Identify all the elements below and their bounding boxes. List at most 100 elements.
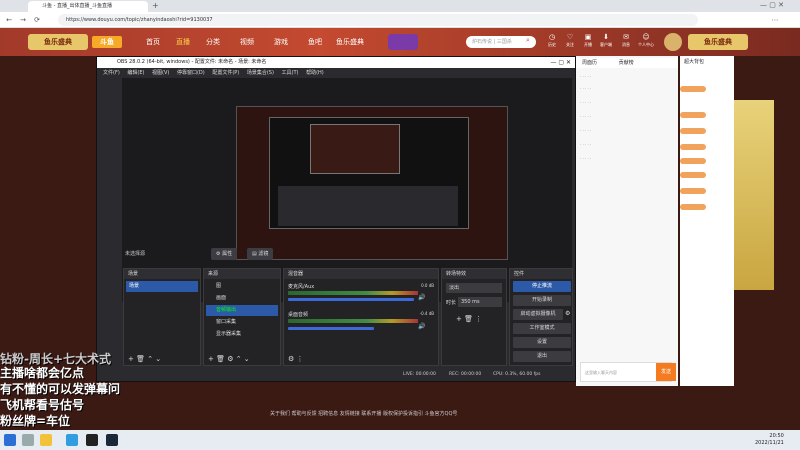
chat-line: · · · · · (580, 100, 592, 105)
nav-games[interactable]: 游戏 (274, 37, 288, 47)
promo-banner[interactable] (388, 34, 418, 50)
menu-view[interactable]: 视图(V) (152, 70, 169, 76)
mixer-dock-title: 混音器 (284, 269, 438, 279)
menu-tools[interactable]: 工具(T) (282, 70, 299, 76)
browser-tab-bar: 斗鱼 - 直播_出体直播_斗鱼直播 + — ▢ ✕ (0, 0, 800, 12)
browser-tab[interactable]: 斗鱼 - 直播_出体直播_斗鱼直播 (28, 1, 148, 12)
obs-window-controls[interactable]: — ▢ ✕ (550, 57, 571, 68)
scene-item[interactable]: 场景 (126, 281, 198, 292)
side-ad-banner[interactable] (734, 100, 774, 290)
source-item-selected[interactable]: 音频输出 (206, 305, 278, 316)
transition-select[interactable]: 淡出 (446, 283, 502, 293)
new-tab-icon[interactable]: + (152, 1, 159, 10)
overlay-line: 飞机帮看号估号 (0, 398, 85, 412)
start-recording-button[interactable]: 开始录制 (513, 295, 571, 306)
edge-icon[interactable] (66, 434, 78, 446)
system-clock[interactable]: 20:50 2022/11/21 (755, 433, 784, 447)
refresh-icon[interactable]: ⟳ (32, 15, 42, 25)
footer-links[interactable]: 关于我们 帮助与反馈 招聘信息 友情链接 联系开播 版权保护投诉指引 斗鱼官方Q… (270, 410, 457, 417)
source-item[interactable]: 图 (206, 281, 278, 292)
start-icon[interactable] (4, 434, 16, 446)
steam-icon[interactable] (106, 434, 118, 446)
controls-dock: 控件 停止推流 开始录制 启动虚拟摄像机 ⚙ 工作室模式 设置 退出 (509, 268, 573, 366)
chat-line: · · · · · (580, 114, 592, 119)
nav-category[interactable]: 分类 (206, 37, 220, 47)
menu-profile[interactable]: 配置文件(P) (212, 70, 239, 76)
gear-icon[interactable]: ⚙ (565, 310, 570, 317)
filters-label: 滤镜 (258, 251, 269, 257)
tab-calendar[interactable]: 周面历 (582, 60, 597, 66)
source-item[interactable]: 画面 (206, 293, 278, 304)
badge (680, 172, 706, 178)
stop-streaming-button[interactable]: 停止推流 (513, 281, 571, 292)
virtual-camera-button[interactable]: 启动虚拟摄像机 (513, 309, 563, 320)
controls-dock-title: 控件 (510, 269, 572, 279)
menu-edit[interactable]: 编辑(E) (127, 70, 144, 76)
mixer-mic-meter (288, 291, 418, 295)
explorer-icon[interactable] (40, 434, 52, 446)
nav-home[interactable]: 首页 (146, 37, 160, 47)
studio-mode-button[interactable]: 工作室模式 (513, 323, 571, 334)
promo-logo-right: 鱼乐盛典 (688, 34, 748, 50)
badge (680, 112, 706, 118)
filter-icon: ▤ (252, 251, 257, 257)
search-icon[interactable]: ⌕ (526, 36, 530, 45)
nested-capture-window (310, 124, 400, 174)
client-icon[interactable]: ⬇ 客户端 (598, 33, 614, 53)
mixer-mic-db: 0.0 dB (421, 283, 434, 288)
backpack-label[interactable]: 超大背包 (684, 58, 704, 65)
duration-input[interactable]: 350 ms (458, 297, 502, 307)
menu-file[interactable]: 文件(F) (103, 70, 120, 76)
back-icon[interactable]: ← (4, 15, 14, 25)
source-item[interactable]: 窗口采集 (206, 317, 278, 328)
nav-festival[interactable]: 鱼乐盛典 (336, 37, 364, 47)
history-icon[interactable]: ◷ 历史 (544, 33, 560, 53)
settings-button[interactable]: 设置 (513, 337, 571, 348)
transitions-dock-title: 转场特效 (442, 269, 506, 279)
nav-live[interactable]: 直播 (176, 37, 190, 47)
search-icon[interactable] (22, 434, 34, 446)
transition-toolbar[interactable]: + 🗑 ⋮ (456, 315, 482, 323)
message-icon[interactable]: ✉ 消息 (618, 33, 634, 53)
tab-contribution[interactable]: 贡献榜 (619, 60, 634, 66)
obs-window: OBS 28.0.2 (64-bit, windows) - 配置文件: 未命名… (96, 56, 576, 382)
exit-button[interactable]: 退出 (513, 351, 571, 362)
menu-help[interactable]: 帮助(H) (306, 70, 324, 76)
avatar[interactable] (664, 33, 682, 51)
sources-toolbar[interactable]: + 🗑 ⚙ ⌃ ⌄ (208, 355, 250, 363)
menu-scene-collection[interactable]: 场景集合(S) (247, 70, 274, 76)
scenes-toolbar[interactable]: + 🗑 ⌃ ⌄ (128, 355, 161, 363)
profile-icon[interactable]: ☺ 个人中心 (638, 33, 654, 53)
mixer-toolbar[interactable]: ⚙ ⋮ (288, 355, 304, 363)
chat-line: · · · · · (580, 74, 592, 79)
mixer-mic-label: 麦克风/Aux (288, 284, 315, 290)
mixer-desktop-meter (288, 319, 418, 323)
send-button[interactable]: 发送 (656, 363, 676, 381)
filters-button[interactable]: ▤ 滤镜 (247, 248, 274, 260)
speaker-icon[interactable]: 🔊 (418, 294, 425, 301)
speaker-icon[interactable]: 🔊 (418, 323, 425, 330)
obs-icon[interactable] (86, 434, 98, 446)
taskbar: 20:50 2022/11/21 (0, 430, 800, 450)
overlay-line: 主播啥都会亿点 (0, 366, 85, 380)
url-input[interactable]: https://www.douyu.com/topic/zhanyindaosh… (58, 14, 698, 26)
cpu-status: CPU: 0.3%, 60.00 fps (493, 372, 541, 377)
properties-button[interactable]: ⚙ 属性 (211, 248, 238, 260)
source-item[interactable]: 显示器采集 (206, 329, 278, 340)
menu-icon[interactable]: ⋯ (770, 15, 780, 25)
preview-canvas[interactable] (236, 106, 508, 260)
follow-icon[interactable]: ♡ 关注 (562, 33, 578, 53)
obs-title: OBS 28.0.2 (64-bit, windows) - 配置文件: 未命名… (117, 59, 267, 65)
douyu-logo[interactable]: 斗鱼 (92, 36, 122, 48)
broadcast-icon[interactable]: ▣ 开播 (580, 33, 596, 53)
forward-icon[interactable]: → (18, 15, 28, 25)
nav-video[interactable]: 视频 (240, 37, 254, 47)
mixer-desktop-slider[interactable] (288, 327, 374, 330)
mixer-desktop-db: -0.4 dB (419, 311, 434, 316)
menu-docks[interactable]: 停靠窗口(D) (177, 70, 205, 76)
mixer-mic-slider[interactable] (288, 298, 414, 301)
nav-fishbar[interactable]: 鱼吧 (308, 37, 322, 47)
tab-title: 斗鱼 - 直播_出体直播_斗鱼直播 (42, 3, 112, 9)
clock-date: 2022/11/21 (755, 440, 784, 446)
window-controls[interactable]: — ▢ ✕ (760, 1, 784, 9)
